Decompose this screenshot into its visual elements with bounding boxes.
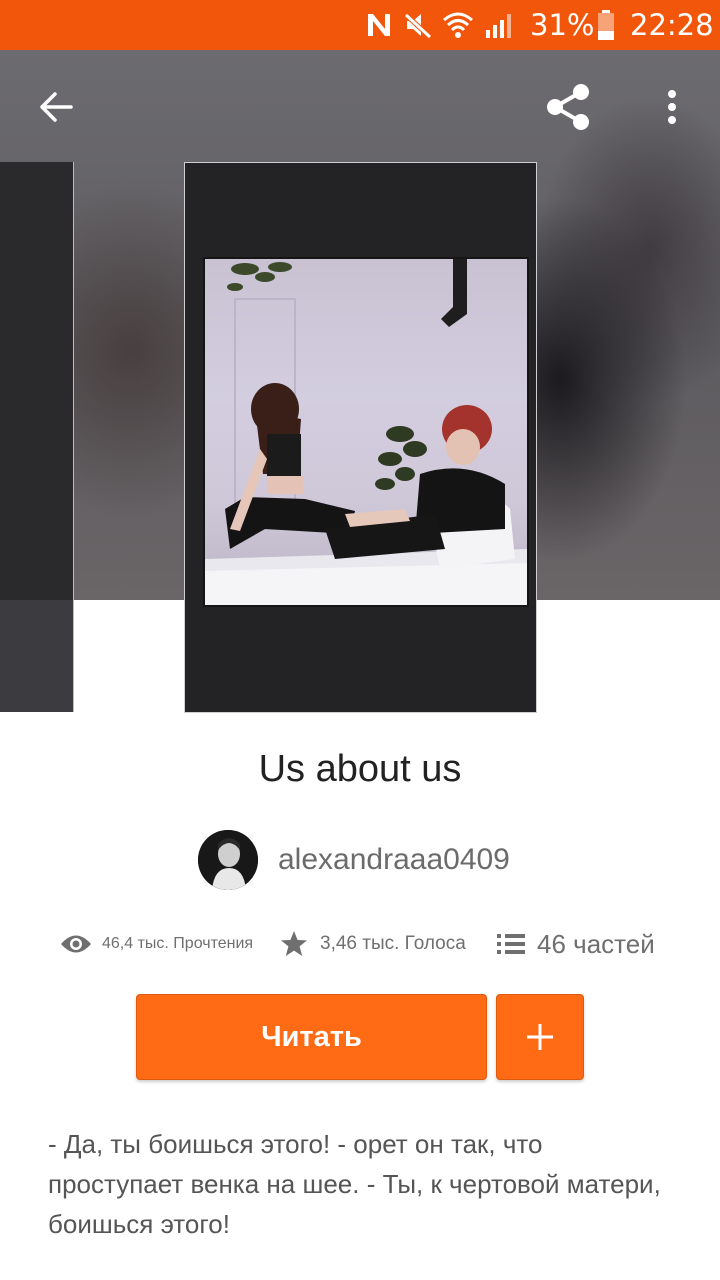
mute-icon (402, 0, 434, 50)
author-row[interactable]: alexandraaa0409 (198, 830, 510, 890)
read-button[interactable]: Читать (136, 994, 487, 1080)
signal-icon (484, 0, 514, 50)
plus-icon (527, 1024, 553, 1050)
votes-count: 3,46 тыс. Голоса (320, 933, 466, 954)
add-to-library-button[interactable] (496, 994, 584, 1080)
story-cover[interactable] (184, 162, 537, 713)
author-name[interactable]: alexandraaa0409 (278, 843, 510, 877)
more-vertical-icon (668, 90, 676, 124)
more-options-button[interactable] (650, 80, 694, 134)
avatar[interactable] (198, 830, 258, 890)
votes-stat: 3,46 тыс. Голоса (280, 920, 466, 968)
back-arrow-icon (40, 92, 73, 122)
story-title: Us about us (258, 748, 462, 790)
cover-image (203, 257, 529, 607)
reads-stat: 46,4 тыс. Прочтения (60, 920, 253, 968)
previous-story-cover[interactable] (0, 162, 74, 712)
battery-icon (596, 0, 616, 50)
wifi-icon (442, 0, 474, 50)
eye-icon (61, 935, 91, 953)
share-icon (547, 84, 589, 130)
clock: 22:28 (630, 8, 714, 42)
n-icon (364, 0, 394, 50)
status-bar: 31% 22:28 (0, 0, 720, 50)
battery-percent: 31% (530, 8, 595, 42)
parts-stat[interactable]: 46 частей (497, 920, 655, 968)
star-icon (281, 931, 307, 956)
story-description: - Да, ты боишься этого! - орет он так, ч… (48, 1129, 661, 1239)
parts-count[interactable]: 46 частей (537, 929, 655, 960)
back-button[interactable] (28, 80, 84, 134)
list-icon (497, 934, 525, 954)
reads-count: 46,4 тыс. Прочтения (102, 935, 254, 952)
share-button[interactable] (538, 78, 598, 136)
